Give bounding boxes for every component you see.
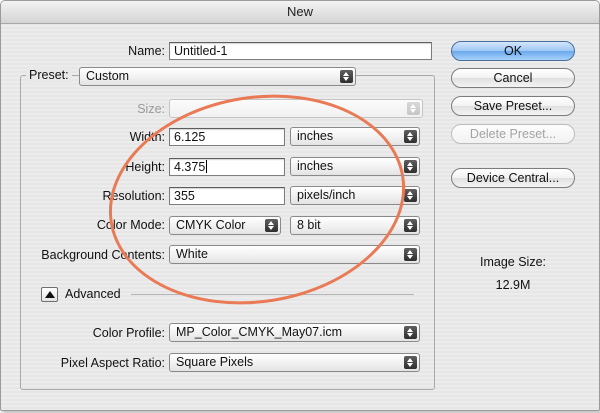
bit-depth-value: 8 bit	[297, 218, 321, 232]
dropdown-arrows-icon	[407, 102, 420, 115]
image-size-label: Image Size:	[479, 255, 546, 269]
preset-dropdown-value: Custom	[86, 69, 130, 83]
save-preset-button[interactable]: Save Preset...	[451, 96, 575, 116]
dropdown-arrows-icon	[404, 160, 417, 173]
preset-label: Preset:	[26, 66, 72, 85]
color-mode-label: Color Mode:	[96, 218, 165, 232]
image-size-value: 12.9M	[495, 278, 531, 292]
cancel-button[interactable]: Cancel	[451, 68, 575, 88]
text-caret	[206, 160, 208, 173]
size-dropdown	[169, 99, 423, 118]
dropdown-arrows-icon	[404, 130, 417, 143]
color-profile-dropdown[interactable]: MP_Color_CMYK_May07.icm	[169, 323, 420, 342]
background-contents-dropdown[interactable]: White	[169, 245, 420, 264]
dropdown-arrows-icon	[404, 326, 417, 339]
pixel-aspect-ratio-dropdown[interactable]: Square Pixels	[169, 353, 420, 372]
device-central-button[interactable]: Device Central...	[451, 168, 575, 188]
background-contents-value: White	[176, 247, 208, 261]
height-input-value: 4.375	[174, 160, 206, 174]
height-unit-value: inches	[297, 159, 334, 173]
color-profile-label: Color Profile:	[92, 326, 165, 340]
dropdown-arrows-icon	[340, 70, 353, 83]
resolution-unit-dropdown[interactable]: pixels/inch	[290, 186, 420, 205]
dropdown-arrows-icon	[404, 219, 417, 232]
dropdown-arrows-icon	[404, 248, 417, 261]
ok-button[interactable]: OK	[451, 41, 575, 61]
height-unit-dropdown[interactable]: inches	[290, 157, 420, 176]
resolution-input[interactable]: 355	[169, 187, 285, 205]
width-input[interactable]: 6.125	[169, 128, 285, 146]
color-mode-value: CMYK Color	[176, 218, 246, 232]
height-input[interactable]: 4.375	[169, 158, 285, 176]
advanced-separator	[131, 294, 414, 295]
dialog-title: New	[1, 1, 599, 24]
size-label: Size:	[137, 102, 165, 116]
width-label: Width:	[129, 130, 165, 144]
dropdown-arrows-icon	[404, 356, 417, 369]
height-label: Height:	[125, 160, 165, 174]
name-input[interactable]: Untitled-1	[169, 42, 432, 60]
bit-depth-dropdown[interactable]: 8 bit	[290, 216, 420, 235]
name-label: Name:	[128, 44, 165, 58]
background-contents-label: Background Contents:	[41, 248, 165, 262]
width-unit-dropdown[interactable]: inches	[290, 127, 420, 146]
resolution-label: Resolution:	[102, 189, 165, 203]
advanced-label: Advanced	[65, 287, 121, 301]
color-profile-value: MP_Color_CMYK_May07.icm	[176, 325, 343, 339]
width-unit-value: inches	[297, 129, 334, 143]
new-document-dialog: New Name: Untitled-1 Preset: Custom Size…	[0, 0, 600, 411]
dropdown-arrows-icon	[265, 219, 278, 232]
pixel-aspect-ratio-value: Square Pixels	[176, 355, 254, 369]
preset-dropdown[interactable]: Custom	[79, 67, 356, 86]
color-mode-dropdown[interactable]: CMYK Color	[169, 216, 281, 235]
advanced-disclosure-triangle-icon[interactable]	[41, 287, 58, 302]
pixel-aspect-ratio-label: Pixel Aspect Ratio:	[60, 356, 165, 370]
dropdown-arrows-icon	[404, 189, 417, 202]
delete-preset-button: Delete Preset...	[451, 124, 575, 144]
resolution-unit-value: pixels/inch	[297, 188, 356, 202]
